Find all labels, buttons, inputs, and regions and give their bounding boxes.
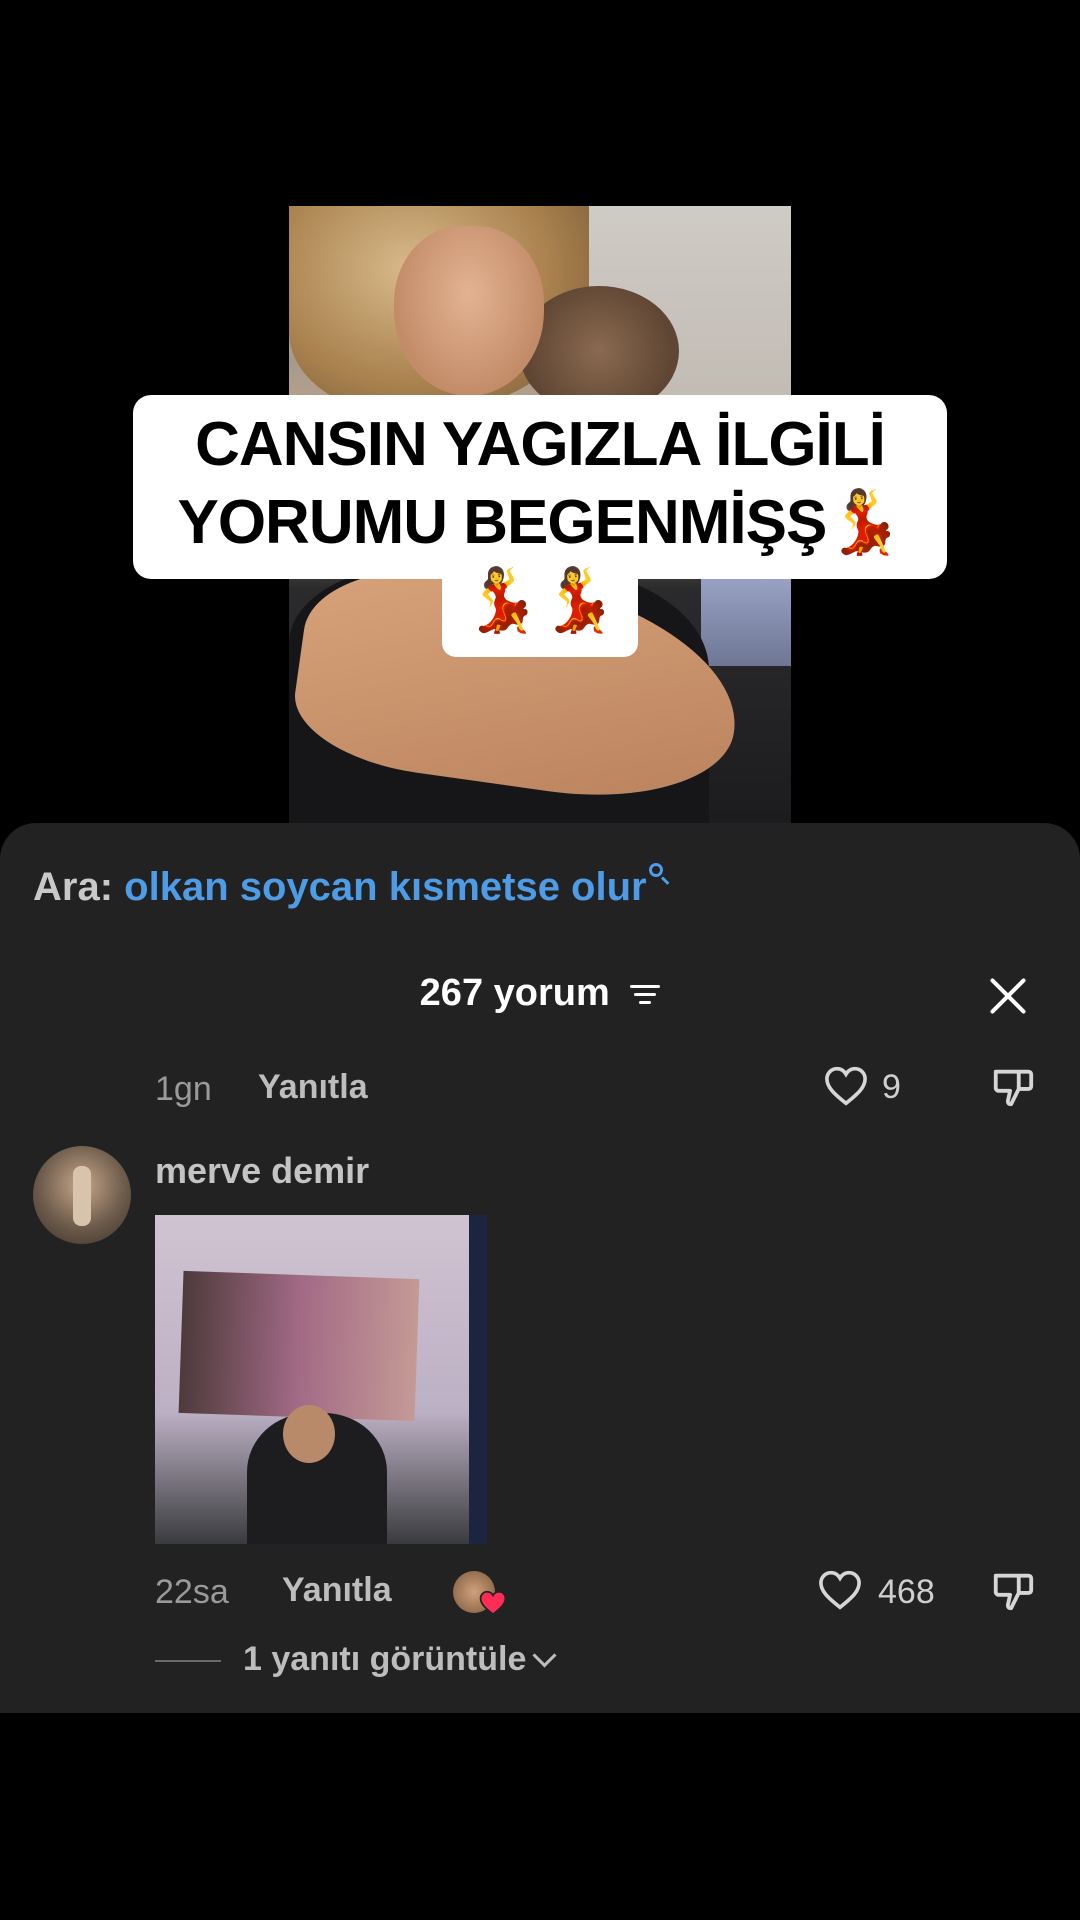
dislike-icon[interactable]: [990, 1568, 1036, 1614]
close-icon[interactable]: [988, 976, 1028, 1016]
sort-filter-icon[interactable]: [630, 983, 661, 1007]
video-face: [394, 226, 544, 396]
comment-username[interactable]: merve demir: [155, 1150, 369, 1192]
search-prefix: Ara:: [33, 865, 114, 909]
heart-icon[interactable]: [824, 1066, 868, 1106]
video-caption: CANSIN YAGIZLA İLGİLİ YORUMU BEGENMİŞŞ💃 …: [177, 410, 903, 635]
search-query-link[interactable]: olkan soycan kısmetse olur: [124, 865, 646, 909]
chevron-down-icon: [532, 1642, 557, 1668]
comment-count: 267 yorum: [419, 972, 610, 1014]
like-count: 9: [882, 1068, 901, 1106]
search-suggestion[interactable]: Ara: olkan soycan kısmetse olur: [33, 863, 671, 910]
avatar[interactable]: [33, 1146, 131, 1244]
heart-icon[interactable]: [818, 1570, 862, 1610]
comment-image-edge: [469, 1215, 487, 1544]
view-replies-button[interactable]: 1 yanıtı görüntüle: [155, 1640, 557, 1679]
comment-time: 1gn: [155, 1070, 212, 1108]
comment-image[interactable]: [155, 1215, 487, 1544]
dislike-icon[interactable]: [990, 1064, 1036, 1110]
comment-image-head: [283, 1405, 335, 1463]
reply-button[interactable]: Yanıtla: [282, 1571, 392, 1610]
reply-button[interactable]: Yanıtla: [258, 1068, 368, 1107]
creator-liked-heart-icon: [479, 1590, 507, 1616]
comments-header: 267 yorum: [0, 972, 1080, 1015]
search-icon[interactable]: [647, 861, 671, 885]
view-replies-label: 1 yanıtı görüntüle: [243, 1640, 527, 1678]
like-count: 468: [878, 1573, 935, 1611]
comment-time: 22sa: [155, 1573, 229, 1611]
divider-line: [155, 1660, 221, 1663]
comment-image-poster: [178, 1270, 420, 1422]
